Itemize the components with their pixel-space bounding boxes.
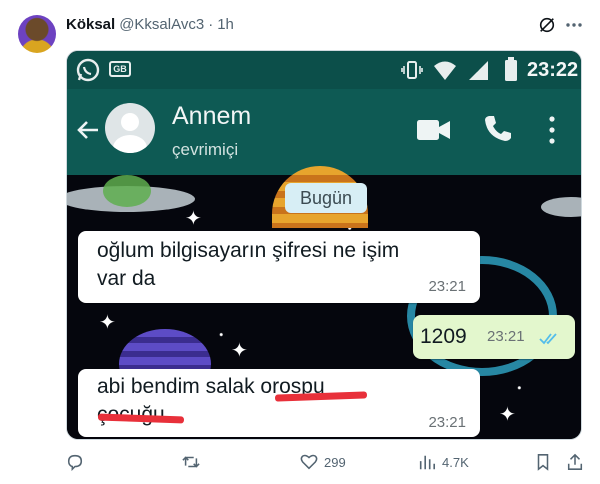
retweet-button[interactable] bbox=[182, 452, 206, 472]
ufo-decoration bbox=[541, 197, 581, 217]
whatsapp-icon bbox=[76, 58, 100, 82]
sparkle-icon: ✦ bbox=[185, 208, 202, 230]
like-button[interactable]: 299 bbox=[300, 452, 346, 472]
date-separator: Bugün bbox=[285, 183, 367, 213]
vibrate-icon bbox=[401, 61, 423, 79]
reply-icon bbox=[67, 454, 83, 471]
default-person-icon bbox=[113, 113, 147, 153]
status-clock: 23:22 bbox=[527, 59, 579, 81]
avatar[interactable] bbox=[18, 15, 56, 53]
user-handle[interactable]: @KksalAvc3 bbox=[119, 16, 204, 33]
contact-name[interactable]: Annem bbox=[172, 102, 251, 131]
share-button[interactable] bbox=[566, 452, 584, 472]
message-time: 23:21 bbox=[487, 328, 525, 345]
wifi-icon bbox=[434, 61, 456, 80]
bookmark-button[interactable] bbox=[534, 452, 552, 472]
sparkle-icon: ✦ bbox=[231, 340, 248, 362]
bookmark-icon bbox=[537, 454, 549, 471]
message-outgoing[interactable]: 1209 23:21 bbox=[413, 315, 575, 359]
message-incoming[interactable]: abi bendim salak orospu çocuğu 23:21 bbox=[78, 369, 480, 437]
more-icon[interactable] bbox=[564, 15, 584, 35]
overflow-menu-icon[interactable] bbox=[547, 115, 557, 145]
message-incoming[interactable]: oğlum bilgisayarın şifresi ne işim var d… bbox=[78, 231, 480, 303]
grok-icon[interactable] bbox=[538, 16, 556, 34]
sparkle-icon: ✦ bbox=[99, 312, 116, 334]
message-time: 23:21 bbox=[428, 414, 466, 431]
views-icon bbox=[419, 455, 436, 470]
tweet-header: Köksal @KksalAvc3 · 1h bbox=[66, 16, 234, 33]
gb-icon: GB bbox=[109, 61, 131, 77]
contact-status: çevrimiçi bbox=[172, 140, 239, 159]
double-check-icon bbox=[539, 333, 557, 345]
display-name[interactable]: Köksal bbox=[66, 16, 115, 33]
message-text: oğlum bilgisayarın şifresi ne işim var d… bbox=[97, 239, 400, 290]
reply-button[interactable] bbox=[66, 452, 90, 472]
message-time: 23:21 bbox=[428, 278, 466, 295]
tweet-time[interactable]: 1h bbox=[217, 16, 234, 33]
battery-icon bbox=[505, 57, 517, 81]
back-arrow-icon[interactable] bbox=[75, 117, 101, 143]
share-icon bbox=[567, 453, 583, 470]
message-text: 1209 bbox=[420, 325, 467, 348]
signal-icon bbox=[469, 61, 488, 80]
retweet-icon bbox=[182, 456, 200, 468]
tweet-media-image[interactable]: GB 23:22 Annem çevrimiçi ✦ ✦ ✦ ✦ Bugün o… bbox=[66, 50, 582, 440]
ufo-decoration bbox=[67, 175, 195, 212]
separator-dot: · bbox=[208, 16, 214, 33]
video-call-icon[interactable] bbox=[417, 119, 451, 141]
contact-avatar[interactable] bbox=[105, 103, 155, 153]
heart-icon bbox=[300, 454, 318, 470]
sparkle-icon: ✦ bbox=[499, 404, 516, 426]
phone-status-bar bbox=[67, 51, 581, 89]
views-button[interactable]: 4.7K bbox=[418, 452, 469, 472]
phone-call-icon[interactable] bbox=[483, 113, 513, 143]
views-count: 4.7K bbox=[442, 454, 469, 470]
like-count: 299 bbox=[324, 454, 346, 470]
